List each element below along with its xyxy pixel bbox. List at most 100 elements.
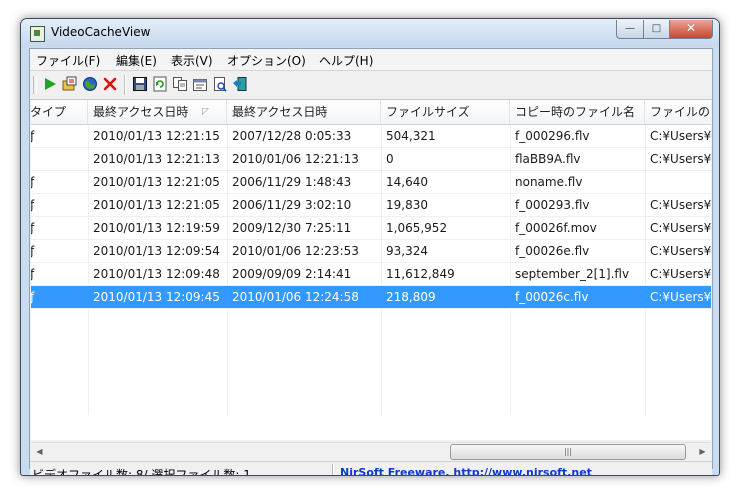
column-label: 最終アクセス日時 xyxy=(93,105,189,119)
column-file-size[interactable]: ファイルサイズ xyxy=(381,100,510,124)
window-title: VideoCacheView xyxy=(51,25,151,39)
cell-path: C:¥Users¥ xyxy=(650,152,711,166)
column-last-access[interactable]: 最終アクセス日時 xyxy=(227,100,381,124)
refresh-icon[interactable] xyxy=(152,76,168,92)
horizontal-scrollbar[interactable]: ◀ ||| ▶ xyxy=(31,442,711,460)
table-row[interactable]: ƒ 2010/01/13 12:21:05 2006/11/29 1:48:43… xyxy=(31,171,711,194)
table-row[interactable]: 2010/01/13 12:21:13 2010/01/06 12:21:13 … xyxy=(31,148,711,171)
cell-file-size: 0 xyxy=(386,152,394,166)
delete-icon[interactable] xyxy=(102,76,118,92)
maximize-button[interactable]: □ xyxy=(644,20,670,39)
cell-last-access-2: 2010/01/06 12:21:13 xyxy=(232,152,359,166)
menu-edit[interactable]: 編集(E) xyxy=(116,52,157,69)
cell-type: ƒ xyxy=(31,240,88,262)
table-row[interactable]: ƒ 2010/01/13 12:19:59 2009/12/30 7:25:11… xyxy=(31,217,711,240)
column-last-access-sorted[interactable]: 最終アクセス日時 ◸ xyxy=(88,100,227,124)
cell-filename: noname.flv xyxy=(515,175,583,189)
cell-last-access-2: 2007/12/28 0:05:33 xyxy=(232,129,352,143)
cell-last-access-2: 2006/11/29 1:48:43 xyxy=(232,175,352,189)
menu-help[interactable]: ヘルプ(H) xyxy=(319,52,373,69)
table-row-selected[interactable]: ƒ 2010/01/13 12:09:45 2010/01/06 12:24:5… xyxy=(31,286,711,309)
cell-last-access-2: 2010/01/06 12:24:58 xyxy=(232,290,359,304)
cell-path: C:¥Users¥ xyxy=(650,198,711,212)
table-row[interactable]: ƒ 2010/01/13 12:21:15 2007/12/28 0:05:33… xyxy=(31,125,711,148)
toolbar-separator xyxy=(124,75,126,95)
cell-filename: f_00026f.mov xyxy=(515,221,597,235)
cell-file-size: 19,830 xyxy=(386,198,428,212)
cell-last-access-2: 2009/12/30 7:25:11 xyxy=(232,221,352,235)
cell-last-access-2: 2010/01/06 12:23:53 xyxy=(232,244,359,258)
status-bar: ビデオファイル数: 8/ 選択ファイル数: 1 NirSoft Freeware… xyxy=(30,461,712,476)
cell-path xyxy=(645,171,711,193)
cell-file-size: 11,612,849 xyxy=(386,267,455,281)
html-report-icon[interactable] xyxy=(212,76,228,92)
table-row[interactable]: ƒ 2010/01/13 12:09:54 2010/01/06 12:23:5… xyxy=(31,240,711,263)
cell-last-access-1: 2010/01/13 12:09:54 xyxy=(93,244,220,258)
cell-last-access-1: 2010/01/13 12:21:13 xyxy=(93,152,220,166)
cell-file-size: 218,809 xyxy=(386,290,436,304)
nirsoft-link[interactable]: NirSoft Freeware. http://www.nirsoft.net xyxy=(340,466,592,475)
cell-type: ƒ xyxy=(31,286,88,308)
cell-path: C:¥Users¥ xyxy=(650,221,711,235)
save-icon[interactable] xyxy=(132,76,148,92)
video-list[interactable]: タイプ 最終アクセス日時 ◸ 最終アクセス日時 ファイルサイズ コピー時のファイ… xyxy=(31,100,711,440)
properties-icon[interactable] xyxy=(192,76,208,92)
cell-file-size: 504,321 xyxy=(386,129,436,143)
cell-type: ƒ xyxy=(31,217,88,239)
scroll-left-arrow-icon[interactable]: ◀ xyxy=(31,443,48,460)
cell-last-access-1: 2010/01/13 12:21:05 xyxy=(93,198,220,212)
globe-icon[interactable] xyxy=(82,76,98,92)
cell-type: ƒ xyxy=(31,171,88,193)
status-file-count: ビデオファイル数: 8/ 選択ファイル数: 1 xyxy=(32,468,251,476)
exit-icon[interactable] xyxy=(232,76,248,92)
cell-type xyxy=(31,148,88,170)
cell-last-access-1: 2010/01/13 12:21:15 xyxy=(93,129,220,143)
copy-to-folder-icon[interactable] xyxy=(62,76,78,92)
cell-filename: september_2[1].flv xyxy=(515,267,630,281)
cell-file-size: 1,065,952 xyxy=(386,221,448,235)
cell-last-access-2: 2009/09/09 2:14:41 xyxy=(232,267,352,281)
cell-filename: flaBB9A.flv xyxy=(515,152,581,166)
cell-filename: f_000296.flv xyxy=(515,129,590,143)
menu-view[interactable]: 表示(V) xyxy=(171,52,213,69)
list-rows: ƒ 2010/01/13 12:21:15 2007/12/28 0:05:33… xyxy=(31,125,711,309)
cell-last-access-1: 2010/01/13 12:19:59 xyxy=(93,221,220,235)
table-row[interactable]: ƒ 2010/01/13 12:21:05 2006/11/29 3:02:10… xyxy=(31,194,711,217)
cell-file-size: 14,640 xyxy=(386,175,428,189)
menu-options[interactable]: オプション(O) xyxy=(227,52,306,69)
cell-filename: f_00026c.flv xyxy=(515,290,589,304)
sort-arrow-icon: ◸ xyxy=(202,107,209,117)
app-icon xyxy=(30,26,45,42)
menu-file[interactable]: ファイル(F) xyxy=(36,52,100,69)
app-window: VideoCacheView — □ ✕ ファイル(F) 編集(E) 表示(V)… xyxy=(20,18,720,476)
cell-last-access-2: 2006/11/29 3:02:10 xyxy=(232,198,352,212)
cell-path: C:¥Users¥ xyxy=(650,244,711,258)
cell-path: C:¥Users¥ xyxy=(650,267,711,281)
cell-file-size: 93,324 xyxy=(386,244,428,258)
copy-icon[interactable] xyxy=(172,76,188,92)
cell-path: C:¥Users¥ xyxy=(650,129,711,143)
cell-filename: f_00026e.flv xyxy=(515,244,590,258)
column-file-path[interactable]: ファイルの xyxy=(645,100,711,124)
title-bar: VideoCacheView — □ ✕ xyxy=(21,19,719,47)
close-button[interactable]: ✕ xyxy=(670,20,713,39)
minimize-button[interactable]: — xyxy=(616,20,644,39)
cell-type: ƒ xyxy=(31,194,88,216)
cell-last-access-1: 2010/01/13 12:21:05 xyxy=(93,175,220,189)
toolbar-grip[interactable] xyxy=(33,76,37,94)
scroll-thumb[interactable]: ||| xyxy=(450,444,686,460)
table-row[interactable]: ƒ 2010/01/13 12:09:48 2009/09/09 2:14:41… xyxy=(31,263,711,286)
cell-last-access-1: 2010/01/13 12:09:45 xyxy=(93,290,220,304)
toolbar xyxy=(30,71,712,100)
play-icon[interactable] xyxy=(42,76,58,92)
cell-filename: f_000293.flv xyxy=(515,198,590,212)
window-controls: — □ ✕ xyxy=(616,20,713,39)
menu-bar: ファイル(F) 編集(E) 表示(V) オプション(O) ヘルプ(H) xyxy=(30,49,712,71)
column-copy-filename[interactable]: コピー時のファイル名 xyxy=(510,100,645,124)
client-area: ファイル(F) 編集(E) 表示(V) オプション(O) ヘルプ(H) タイプ xyxy=(29,48,713,475)
list-header: タイプ 最終アクセス日時 ◸ 最終アクセス日時 ファイルサイズ コピー時のファイ… xyxy=(31,100,711,125)
cell-last-access-1: 2010/01/13 12:09:48 xyxy=(93,267,220,281)
column-type[interactable]: タイプ xyxy=(31,100,88,124)
scroll-right-arrow-icon[interactable]: ▶ xyxy=(694,443,711,460)
cell-path: C:¥Users¥ xyxy=(650,290,711,304)
